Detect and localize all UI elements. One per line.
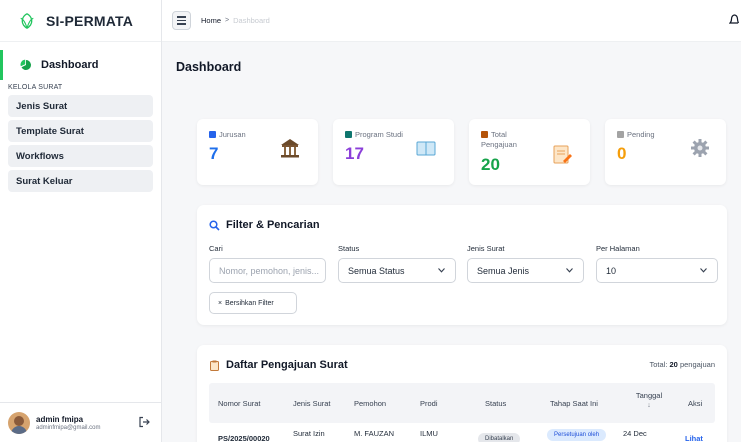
stat-label: Program Studi [345,130,403,140]
cell-pemohon: M. FAUZAN [354,429,395,438]
breadcrumb-current: Dashboard [233,16,270,25]
col-jenis-surat[interactable]: Jenis Surat [293,399,331,408]
cell-tanggal: 24 Dec [623,429,647,438]
col-aksi: Aksi [688,399,703,408]
cell-jenis: Surat Izin [293,429,325,438]
menu-toggle-button[interactable] [172,11,191,30]
search-icon [209,219,220,231]
view-link[interactable]: Lihat [685,434,703,442]
chevron-down-icon [566,268,573,273]
stage-badge: Persetujuan oleh [547,429,607,441]
stat-value: 7 [209,144,219,163]
sidebar: SI-PERMATA Dashboard KELOLA SURAT Jenis … [0,0,162,442]
user-email: adminfmipa@gmail.com [36,424,101,431]
chevron-down-icon [438,268,445,273]
table-card: Daftar Pengajuan Surat Total: 20 pengaju… [197,345,727,442]
pie-chart-icon [20,59,31,70]
jenis-surat-select[interactable]: Semua Jenis [467,258,584,283]
chevron-down-icon [700,268,707,273]
col-pemohon[interactable]: Pemohon [354,399,386,408]
topbar: Home > Dashboard [162,0,741,42]
sidebar-item-jenis-surat[interactable]: Jenis Surat [8,95,153,117]
document-icon [553,145,572,164]
col-tanggal[interactable]: Tanggal ↓ [634,391,664,409]
cell-prodi: ILMU [420,429,438,438]
col-status[interactable]: Status [485,399,506,408]
breadcrumb-home[interactable]: Home [201,16,221,25]
book-icon [416,141,436,156]
status-select[interactable]: Semua Status [338,258,456,283]
per-page-select[interactable]: 10 [596,258,718,283]
col-prodi[interactable]: Prodi [420,399,438,408]
stat-card-pending: Pending 0 [605,119,726,185]
brand[interactable]: SI-PERMATA [0,0,161,42]
table-header: Nomor Surat Jenis Surat Pemohon Prodi St… [209,383,715,423]
sort-indicator: ↓ [647,402,651,409]
filter-card: Filter & Pencarian Cari Nomor, pemohon, … [197,205,727,325]
table-title: Daftar Pengajuan Surat [209,359,348,371]
sidebar-section-label: KELOLA SURAT [8,84,63,91]
sidebar-item-label: Dashboard [41,59,99,71]
close-icon: × [218,299,223,307]
user-profile[interactable]: admin fmipa adminfmipa@gmail.com [0,402,162,442]
clear-filter-button[interactable]: × Bersihkan Filter [209,292,297,314]
stat-label: Total Pengajuan [481,130,517,149]
stat-card-program-studi: Program Studi 17 [333,119,454,185]
stat-label: Pending [617,130,655,140]
col-tahap[interactable]: Tahap Saat Ini [550,399,598,408]
stat-card-jurusan: Jurusan 7 [197,119,318,185]
total-count: Total: 20 pengajuan [649,360,715,369]
gear-icon [691,139,709,157]
stat-value: 17 [345,144,364,163]
col-nomor-surat[interactable]: Nomor Surat [218,399,261,408]
brand-title: SI-PERMATA [46,12,134,29]
avatar [8,411,30,434]
status-badge: Dibatalkan [478,433,521,442]
stat-value: 0 [617,144,627,163]
stat-label: Jurusan [209,130,246,140]
user-name: admin fmipa [36,414,84,424]
cell-nomor: PS/2025/00020 [218,434,270,442]
search-label: Cari [209,244,223,253]
sidebar-item-dashboard[interactable]: Dashboard [0,50,161,80]
logo-icon [20,12,34,29]
logout-icon[interactable] [138,416,150,428]
stat-card-total-pengajuan: Total Pengajuan 20 [469,119,590,185]
sidebar-item-template-surat[interactable]: Template Surat [8,120,153,142]
page-title: Dashboard [176,60,242,74]
sidebar-item-workflows[interactable]: Workflows [8,145,153,167]
bell-icon[interactable] [729,13,739,27]
clipboard-icon [210,360,219,371]
sidebar-item-surat-keluar[interactable]: Surat Keluar [8,170,153,192]
jenis-surat-label: Jenis Surat [467,244,505,253]
filter-title: Filter & Pencarian [209,219,320,231]
bank-icon [281,139,299,158]
breadcrumb-separator: > [225,17,230,24]
per-page-label: Per Halaman [596,244,640,253]
status-label: Status [338,244,360,253]
search-input[interactable]: Nomor, pemohon, jenis... [209,258,326,283]
stat-value: 20 [481,155,500,174]
